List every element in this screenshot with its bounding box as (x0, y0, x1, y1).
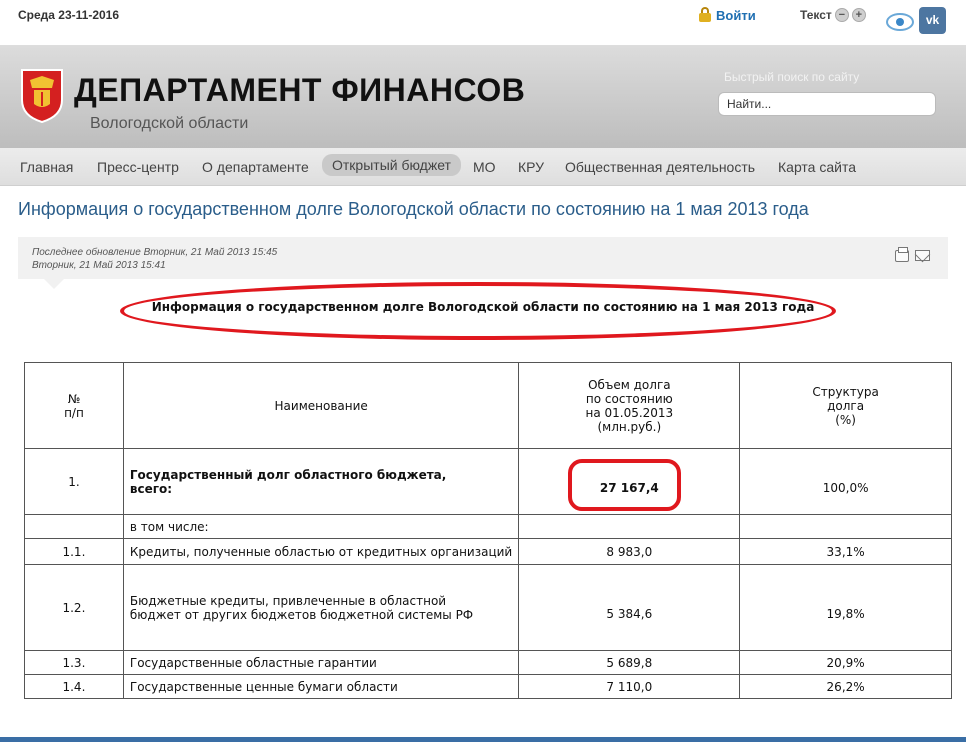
decrease-text-button[interactable]: − (834, 8, 849, 22)
nav-item-public-activity[interactable]: Общественная деятельность (555, 157, 765, 179)
row-num: 1.3. (24, 650, 124, 675)
row-volume: 8 983,0 (518, 538, 741, 565)
site-header: ДЕПАРТАМЕНТ ФИНАНСОВ Вологодской области… (0, 46, 966, 148)
row-structure (739, 514, 952, 539)
table-row: 1. Государственный долг областного бюдже… (24, 448, 952, 515)
search-label: Быстрый поиск по сайту (724, 70, 860, 84)
row-volume (518, 514, 741, 539)
created-date: Вторник, 21 Май 2013 15:41 (32, 260, 166, 271)
row-volume: 5 689,8 (518, 650, 741, 675)
article-meta: Последнее обновление Вторник, 21 Май 201… (18, 237, 948, 289)
row-name: Бюджетные кредиты, привлеченные в област… (122, 564, 520, 651)
row-structure: 100,0% (739, 448, 952, 515)
current-date: Среда 23-11-2016 (18, 8, 120, 22)
row-name: Государственный долг областного бюджета,… (122, 448, 520, 515)
login-label: Войти (716, 7, 756, 23)
region-crest-icon[interactable] (18, 66, 66, 124)
top-bar: Среда 23-11-2016 Войти Текст − + vk (0, 0, 966, 46)
row-num (24, 514, 124, 539)
nav-item-about[interactable]: О департаменте (192, 157, 319, 179)
table-row: 1.4. Государственные ценные бумаги облас… (24, 674, 952, 699)
column-header-num: № п/п (24, 362, 124, 449)
nav-item-sitemap[interactable]: Карта сайта (768, 157, 866, 179)
row-volume: 5 384,6 (518, 564, 741, 651)
table-row: 1.2. Бюджетные кредиты, привлеченные в о… (24, 564, 952, 651)
row-name: в том числе: (122, 514, 520, 539)
table-row: 1.1. Кредиты, полученные областью от кре… (24, 538, 952, 565)
document-title: Информация о государственном долге Волог… (151, 300, 815, 314)
highlight-annotation-total (568, 459, 681, 511)
increase-text-button[interactable]: + (851, 8, 866, 22)
site-title[interactable]: ДЕПАРТАМЕНТ ФИНАНСОВ (74, 72, 525, 109)
text-size-label: Текст (800, 8, 832, 22)
footer-bar (0, 737, 966, 742)
row-volume: 7 110,0 (518, 674, 741, 699)
row-num: 1.1. (24, 538, 124, 565)
nav-item-press-center[interactable]: Пресс-центр (87, 157, 189, 179)
row-name: Государственные областные гарантии (122, 650, 520, 675)
search-input[interactable]: Найти... (718, 92, 936, 116)
column-header-name: Наименование (122, 362, 520, 449)
debt-table: № п/п Наименование Объем долга по состоя… (24, 362, 952, 699)
email-icon[interactable] (915, 250, 930, 261)
nav-item-open-budget[interactable]: Открытый бюджет (322, 154, 461, 176)
table-header-row: № п/п Наименование Объем долга по состоя… (24, 362, 952, 449)
page-title[interactable]: Информация о государственном долге Волог… (18, 199, 809, 220)
table-row: в том числе: (24, 514, 952, 539)
vk-icon[interactable]: vk (919, 7, 946, 34)
row-structure: 26,2% (739, 674, 952, 699)
text-size-control: Текст − + (800, 8, 866, 22)
nav-item-kru[interactable]: КРУ (508, 157, 554, 179)
row-structure: 20,9% (739, 650, 952, 675)
nav-item-mo[interactable]: МО (463, 157, 506, 179)
print-icon[interactable] (895, 247, 909, 262)
login-link[interactable]: Войти (698, 7, 756, 23)
column-header-structure: Структура долга (%) (739, 362, 952, 449)
row-structure: 33,1% (739, 538, 952, 565)
row-num: 1.2. (24, 564, 124, 651)
row-name: Кредиты, полученные областью от кредитны… (122, 538, 520, 565)
row-num: 1.4. (24, 674, 124, 699)
site-subtitle: Вологодской области (90, 115, 249, 132)
main-nav: Главная Пресс-центр О департаменте Откры… (0, 148, 966, 186)
accessibility-eye-icon[interactable] (886, 13, 914, 31)
table-row: 1.3. Государственные областные гарантии … (24, 650, 952, 675)
lock-icon (698, 7, 712, 23)
nav-item-home[interactable]: Главная (10, 157, 83, 179)
row-structure: 19,8% (739, 564, 952, 651)
row-num: 1. (24, 448, 124, 515)
last-updated: Последнее обновление Вторник, 21 Май 201… (32, 247, 278, 258)
column-header-volume: Объем долга по состоянию на 01.05.2013 (… (518, 362, 741, 449)
row-name: Государственные ценные бумаги области (122, 674, 520, 699)
